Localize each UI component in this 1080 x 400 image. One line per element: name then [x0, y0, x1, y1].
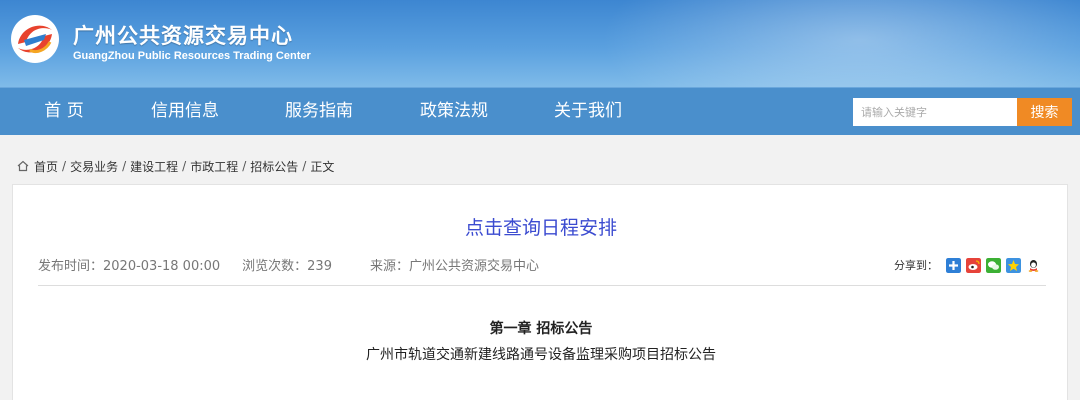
breadcrumb-municipal[interactable]: 市政工程 — [190, 158, 238, 175]
breadcrumb-home[interactable]: 首页 — [34, 158, 58, 175]
meta-divider — [38, 285, 1046, 286]
breadcrumb-tender-notice[interactable]: 招标公告 — [250, 158, 298, 175]
chapter-title: 第一章 招标公告 — [489, 321, 593, 337]
breadcrumb: 首页 / 交易业务 / 建设工程 / 市政工程 / 招标公告 / 正文 — [16, 157, 334, 175]
publish-time: 发布时间：2020-03-18 00:00 — [38, 259, 221, 274]
article-source: 来源：广州公共资源交易中心 — [369, 259, 539, 274]
article-card: 点击查询日程安排 发布时间：2020-03-18 00:00 浏览次数：239 … — [12, 184, 1068, 400]
view-count: 浏览次数：239 — [242, 259, 332, 274]
nav-service-guide[interactable]: 服务指南 — [278, 88, 360, 135]
share-label: 分享到： — [894, 259, 938, 272]
wechat-icon[interactable] — [986, 257, 1001, 273]
document-title: 广州市轨道交通新建线路通号设备监理采购项目招标公告 — [366, 347, 716, 363]
nav-about-us[interactable]: 关于我们 — [547, 88, 629, 135]
article-meta: 发布时间：2020-03-18 00:00 浏览次数：239 来源：广州公共资源… — [38, 255, 539, 274]
site-logo-icon[interactable] — [10, 14, 60, 64]
banner-glow — [600, 0, 1080, 87]
weibo-icon[interactable] — [966, 257, 981, 273]
nav-home[interactable]: 首 页 — [26, 88, 102, 135]
qzone-plus-icon[interactable] — [946, 257, 961, 273]
share-bar: 分享到： — [894, 257, 1041, 273]
nav-credit-info[interactable]: 信用信息 — [144, 88, 226, 135]
schedule-link[interactable]: 点击查询日程安排 — [13, 213, 1069, 240]
site-title: 广州公共资源交易中心 — [73, 24, 293, 48]
qq-icon[interactable] — [1026, 257, 1041, 273]
site-subtitle: GuangZhou Public Resources Trading Cente… — [73, 50, 311, 62]
breadcrumb-separator: / — [242, 159, 247, 173]
breadcrumb-separator: / — [182, 159, 187, 173]
search-button[interactable]: 搜索 — [1017, 98, 1072, 126]
header-banner: 广州公共资源交易中心 GuangZhou Public Resources Tr… — [0, 0, 1080, 87]
breadcrumb-separator: / — [302, 159, 307, 173]
qq-space-icon[interactable] — [1006, 257, 1021, 273]
breadcrumb-separator: / — [62, 159, 67, 173]
home-icon — [17, 160, 29, 172]
breadcrumb-separator: / — [122, 159, 127, 173]
breadcrumb-current: 正文 — [310, 159, 335, 174]
main-nav: 首 页 信用信息 服务指南 政策法规 关于我们 搜索 — [0, 87, 1080, 135]
nav-policy[interactable]: 政策法规 — [413, 88, 495, 135]
search-input[interactable] — [853, 98, 1017, 126]
breadcrumb-trading[interactable]: 交易业务 — [70, 158, 118, 175]
breadcrumb-construction[interactable]: 建设工程 — [130, 158, 178, 175]
